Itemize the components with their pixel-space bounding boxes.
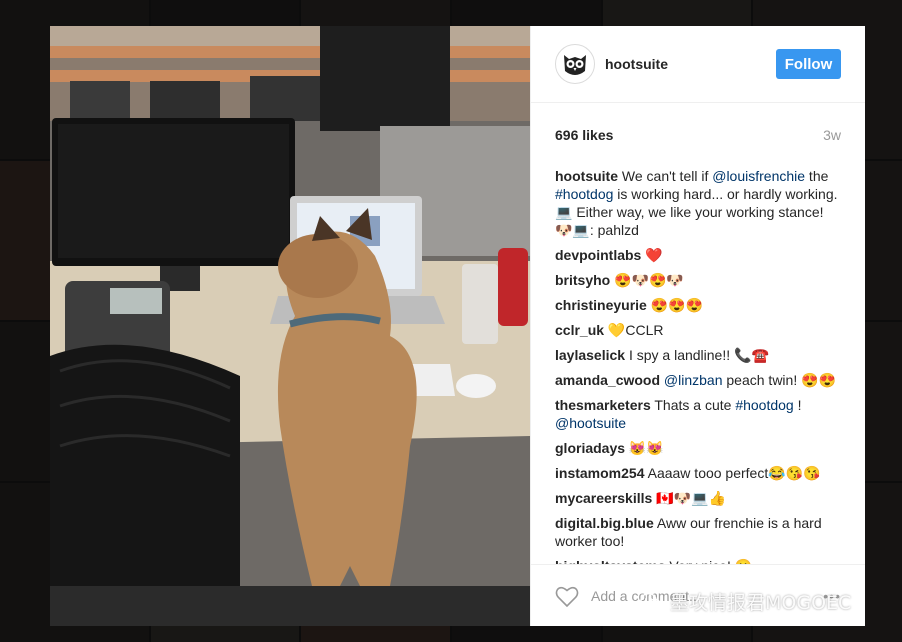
comment-text: 😍🐶😍🐶 — [610, 272, 684, 288]
comment-username[interactable]: britsyho — [555, 272, 610, 288]
likes-count[interactable]: 696 likes — [555, 127, 613, 143]
post-details-panel: hootsuite Follow 696 likes 3w hootsuite … — [530, 26, 865, 626]
comment-text: I spy a landline!! 📞☎️ — [625, 347, 769, 363]
comment-username[interactable]: devpointlabs — [555, 247, 641, 263]
wechat-icon — [640, 592, 662, 610]
comment-text: 😻😻 — [625, 440, 664, 456]
heart-icon[interactable] — [555, 585, 579, 607]
comment-text: ❤️ — [641, 247, 663, 263]
post-photo[interactable] — [50, 26, 530, 626]
comment-username[interactable]: hootsuite — [555, 168, 618, 184]
comments-list[interactable]: hootsuite We can't tell if @louisfrenchi… — [531, 147, 865, 564]
post-header: hootsuite Follow — [531, 26, 865, 103]
watermark: 墨攻情报君MOGOEC — [640, 588, 851, 615]
comment-item: gloriadays 😻😻 — [555, 439, 841, 457]
comment-username[interactable]: christineyurie — [555, 297, 647, 313]
comment-username[interactable]: laylaselick — [555, 347, 625, 363]
comment-text: 😍😍😍 — [646, 297, 704, 313]
comment-username[interactable]: gloriadays — [555, 440, 625, 456]
watermark-text: 墨攻情报君MOGOEC — [670, 592, 852, 614]
comment-item: amanda_cwood @linzban peach twin! 😍😍 — [555, 371, 841, 389]
comment-username[interactable]: thesmarketers — [555, 397, 651, 413]
comment-item: thesmarketers Thats a cute #hootdog ! @h… — [555, 396, 841, 432]
comment-item: devpointlabs ❤️ — [555, 246, 841, 264]
comment-text: ! — [793, 397, 802, 413]
comment-item: hootsuite We can't tell if @louisfrenchi… — [555, 167, 841, 239]
comment-item: christineyurie 😍😍😍 — [555, 296, 841, 314]
comment-text: peach twin! 😍😍 — [722, 372, 836, 388]
post-age[interactable]: 3w — [823, 127, 841, 143]
comment-item: laylaselick I spy a landline!! 📞☎️ — [555, 346, 841, 364]
comment-link[interactable]: @linzban — [664, 372, 723, 388]
comment-username[interactable]: digital.big.blue — [555, 515, 654, 531]
comment-username[interactable]: amanda_cwood — [555, 372, 660, 388]
comment-link[interactable]: @hootsuite — [555, 415, 626, 431]
post-modal: hootsuite Follow 696 likes 3w hootsuite … — [50, 26, 865, 626]
comment-text: the — [805, 168, 829, 184]
comment-text: We can't tell if — [618, 168, 713, 184]
comment-item: cclr_uk 💛CCLR — [555, 321, 841, 339]
comment-username[interactable]: mycareerskills — [555, 490, 652, 506]
comment-link[interactable]: #hootdog — [555, 186, 613, 202]
owl-icon — [564, 55, 586, 75]
comment-item: highvoltsystems Very nice! 🙂 — [555, 557, 841, 564]
comment-item: instamom254 Aaaaw tooo perfect😂😘😘 — [555, 464, 841, 482]
likes-row: 696 likes 3w — [531, 103, 865, 147]
account-username[interactable]: hootsuite — [605, 56, 776, 72]
follow-button[interactable]: Follow — [776, 49, 841, 79]
comment-text: 🇨🇦🐶💻👍 — [652, 490, 726, 506]
office-dog-photo — [50, 26, 530, 626]
comment-username[interactable]: instamom254 — [555, 465, 644, 481]
comment-text: Aaaaw tooo perfect😂😘😘 — [644, 465, 821, 481]
comment-item: mycareerskills 🇨🇦🐶💻👍 — [555, 489, 841, 507]
comment-link[interactable]: @louisfrenchie — [712, 168, 805, 184]
comment-item: britsyho 😍🐶😍🐶 — [555, 271, 841, 289]
avatar[interactable] — [555, 44, 595, 84]
comment-text: 💛CCLR — [604, 322, 664, 338]
comment-username[interactable]: cclr_uk — [555, 322, 604, 338]
comment-text: Thats a cute — [650, 397, 736, 413]
comment-item: digital.big.blue Aww our frenchie is a h… — [555, 514, 841, 550]
comment-link[interactable]: #hootdog — [735, 397, 793, 413]
